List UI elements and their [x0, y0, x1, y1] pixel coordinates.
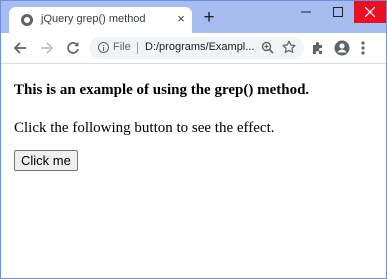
url-text[interactable]: D:/programs/Exampl...: [145, 41, 255, 53]
address-divider: [137, 42, 138, 54]
reload-button[interactable]: [62, 37, 84, 59]
info-icon[interactable]: [98, 42, 109, 53]
page-content: This is an example of using the grep() m…: [2, 64, 386, 278]
menu-icon[interactable]: [361, 40, 365, 61]
forward-button[interactable]: [36, 37, 58, 59]
close-window-button[interactable]: [354, 1, 386, 23]
forward-arrow-icon: [41, 42, 54, 54]
tab-close-icon[interactable]: ×: [173, 11, 189, 27]
page-description: Click the following button to see the ef…: [14, 120, 275, 136]
star-icon[interactable]: [282, 40, 296, 59]
address-bar[interactable]: File D:/programs/Exampl...: [89, 37, 304, 59]
minimize-button[interactable]: [290, 1, 322, 23]
browser-window: jQuery grep() method × + File D:/program…: [0, 0, 387, 279]
close-icon: [365, 7, 375, 17]
title-bar: jQuery grep() method × +: [1, 1, 386, 33]
profile-icon[interactable]: [334, 40, 350, 61]
page-heading: This is an example of using the grep() m…: [14, 82, 310, 98]
scheme-label: File: [113, 41, 131, 53]
zoom-icon[interactable]: [261, 41, 274, 59]
click-me-button[interactable]: Click me: [14, 150, 78, 171]
maximize-button[interactable]: [322, 1, 354, 23]
browser-toolbar: File D:/programs/Exampl...: [1, 33, 386, 64]
new-tab-button[interactable]: +: [200, 8, 218, 27]
back-arrow-icon: [13, 42, 26, 54]
maximize-icon: [333, 7, 343, 17]
browser-tab[interactable]: jQuery grep() method ×: [9, 7, 192, 33]
tab-title: jQuery grep() method: [41, 13, 146, 25]
back-button[interactable]: [9, 37, 31, 59]
reload-icon: [67, 42, 79, 54]
globe-icon: [21, 14, 33, 26]
extensions-icon[interactable]: [311, 41, 325, 60]
minimize-icon: [301, 11, 311, 13]
